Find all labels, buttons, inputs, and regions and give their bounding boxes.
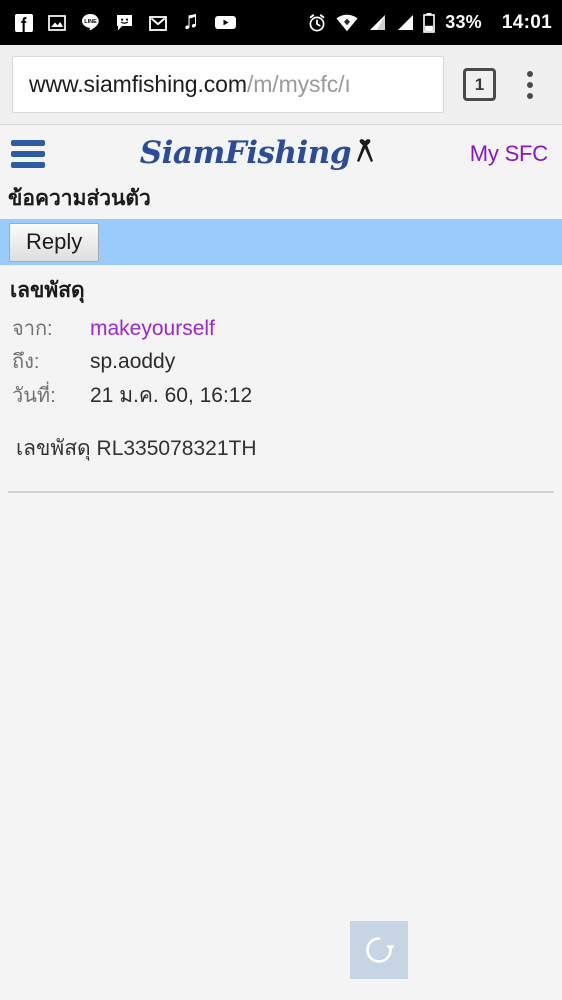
message-to-value: sp.aoddy: [90, 350, 176, 374]
message-to-row: ถึง: sp.aoddy: [8, 345, 554, 379]
status-notification-icons: LINE: [14, 12, 306, 33]
hamburger-bar-1: [11, 139, 45, 146]
message-subject: เลขพัสดุ: [10, 279, 85, 303]
facebook-icon: [14, 13, 34, 33]
my-sfc-link[interactable]: My SFC: [470, 141, 548, 167]
site-logo[interactable]: SiamFishing: [45, 137, 470, 170]
svg-text:LINE: LINE: [84, 19, 97, 25]
music-note-icon: [181, 12, 201, 33]
status-clock: 14:01: [501, 11, 552, 33]
action-bar: Reply: [0, 219, 562, 266]
wifi-icon: [335, 13, 359, 33]
message-body: เลขพัสดุ RL335078321TH: [16, 437, 257, 461]
hamburger-menu-icon[interactable]: [11, 139, 45, 168]
my-sfc-label: My SFC: [469, 140, 548, 166]
site-header: SiamFishing My SFC: [0, 125, 562, 182]
line-icon: LINE: [80, 12, 101, 33]
messaging-icon: [114, 12, 135, 33]
photo-icon: [47, 13, 67, 33]
android-status-bar: LINE 33% 14:01: [0, 0, 562, 45]
hamburger-bar-2: [11, 150, 45, 157]
gmail-icon: [148, 13, 168, 33]
message-date-value: 21 ม.ค. 60, 16:12: [90, 383, 253, 407]
page-empty-area: [0, 492, 562, 1000]
tab-counter-button[interactable]: 1: [463, 68, 496, 101]
message-from-row: จาก: makeyourself: [8, 312, 554, 346]
message-from-value[interactable]: makeyourself: [90, 313, 215, 345]
message-container: เลขพัสดุ จาก: makeyourself ถึง: sp.aoddy…: [0, 265, 562, 493]
signal-sim1-icon: [366, 13, 387, 32]
browser-toolbar: www.siamfishing.com/m/mysfc/ı 1: [0, 45, 562, 125]
overflow-dot-3: [527, 92, 533, 99]
youtube-icon: [214, 14, 237, 31]
battery-icon: [422, 12, 436, 34]
browser-overflow-menu-button[interactable]: [508, 60, 552, 110]
message-date-row: วันที่: 21 ม.ค. 60, 16:12: [8, 379, 554, 413]
overflow-dot-1: [527, 70, 533, 77]
signal-sim2-icon: [394, 13, 415, 32]
battery-percent-label: 33%: [445, 12, 482, 32]
message-date-label: วันที่:: [12, 384, 56, 407]
site-logo-text: SiamFishing: [139, 135, 352, 171]
message-from-label: จาก:: [12, 317, 53, 340]
address-bar-input[interactable]: www.siamfishing.com/m/mysfc/ı: [12, 56, 444, 113]
message-to-label: ถึง:: [12, 351, 40, 374]
url-path-text: /m/mysfc/ı: [246, 71, 351, 97]
reply-button[interactable]: Reply: [9, 222, 100, 262]
tab-counter-label: 1: [474, 74, 485, 94]
overflow-dot-2: [527, 81, 533, 88]
page-title: ข้อความส่วนตัว: [0, 182, 562, 220]
url-host-text: www.siamfishing.com: [29, 71, 247, 97]
status-system-icons: 33% 14:01: [306, 12, 552, 34]
hamburger-bar-3: [11, 161, 45, 168]
alarm-icon: [306, 12, 328, 34]
refresh-spinner-icon: [350, 920, 408, 979]
mourning-ribbon-icon: [355, 137, 375, 170]
